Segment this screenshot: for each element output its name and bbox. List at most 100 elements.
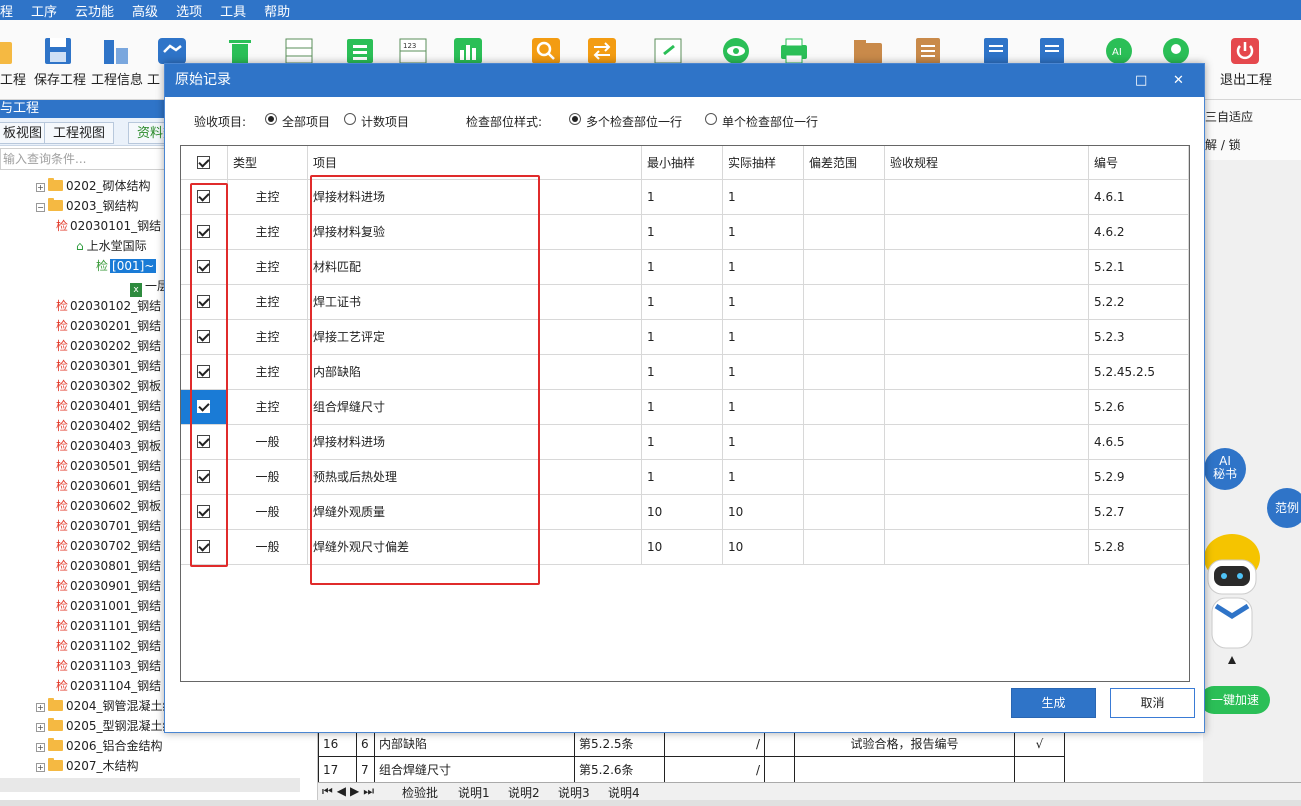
cell-deviation[interactable]	[804, 215, 885, 250]
cell-rule[interactable]	[885, 250, 1089, 285]
page-remove-icon[interactable]	[1036, 36, 1068, 66]
menu-item[interactable]: 云功能	[67, 1, 124, 20]
sheet-cell[interactable]	[794, 756, 1015, 783]
cell-checkbox[interactable]	[181, 495, 228, 530]
radio-all-items[interactable]	[265, 113, 277, 125]
cell-code[interactable]: 4.6.5	[1089, 425, 1189, 460]
project-info-icon[interactable]	[100, 36, 132, 66]
sheet-cell[interactable]: 内部缺陷	[374, 730, 575, 757]
cell-code[interactable]: 5.2.8	[1089, 530, 1189, 565]
tree-node[interactable]: ⌂ 上水堂国际	[76, 236, 147, 256]
table-row[interactable]: 主控 组合焊缝尺寸 1 1 5.2.6	[181, 390, 1189, 425]
sheet-cell[interactable]	[764, 730, 795, 757]
cell-checkbox[interactable]	[181, 390, 228, 425]
cell-item[interactable]: 焊接工艺评定	[308, 320, 642, 355]
sheet-tab-note4[interactable]: 说明4	[608, 784, 640, 801]
row-checkbox[interactable]	[197, 190, 210, 203]
table-row[interactable]: 一般 焊接材料进场 1 1 4.6.5	[181, 425, 1189, 460]
cell-min-sample[interactable]: 1	[642, 285, 723, 320]
sheet-tab-note1[interactable]: 说明1	[458, 784, 490, 801]
tree-node[interactable]: 检 02030501_钢结	[56, 456, 161, 476]
sheet-cell[interactable]: 第5.2.5条	[574, 730, 665, 757]
tree-node[interactable]: 检 02030702_钢结	[56, 536, 161, 556]
cell-deviation[interactable]	[804, 285, 885, 320]
cell-min-sample[interactable]: 1	[642, 250, 723, 285]
cell-min-sample[interactable]: 1	[642, 215, 723, 250]
cell-rule[interactable]	[885, 460, 1089, 495]
sheet-cell[interactable]: 6	[356, 730, 375, 757]
cell-checkbox[interactable]	[181, 320, 228, 355]
toolbar-label-save[interactable]: 保存工程	[34, 69, 86, 88]
cell-item[interactable]: 焊接材料进场	[308, 180, 642, 215]
cell-code[interactable]: 5.2.9	[1089, 460, 1189, 495]
header-deviation[interactable]: 偏差范围	[804, 146, 885, 180]
radio-single-part[interactable]	[705, 113, 717, 125]
cell-min-sample[interactable]: 1	[642, 460, 723, 495]
tree-node[interactable]: − 0203_钢结构	[36, 196, 139, 216]
maximize-icon[interactable]: □	[1135, 64, 1147, 97]
tree-node[interactable]: 检 02030102_钢结	[56, 296, 161, 316]
sheet-cell[interactable]: √	[1014, 730, 1065, 757]
cell-rule[interactable]	[885, 495, 1089, 530]
cell-item[interactable]: 材料匹配	[308, 250, 642, 285]
tree-node[interactable]: 检 02030901_钢结	[56, 576, 161, 596]
cell-rule[interactable]	[885, 320, 1089, 355]
cell-type[interactable]: 主控	[228, 285, 308, 320]
tree-node[interactable]: 检 02030101_钢结	[56, 216, 161, 236]
cell-item[interactable]: 预热或后热处理	[308, 460, 642, 495]
sheet-tab-inspection[interactable]: 检验批	[402, 784, 438, 801]
cell-type[interactable]: 主控	[228, 355, 308, 390]
tree-node[interactable]: 检 02030401_钢结	[56, 396, 161, 416]
tab-project-view[interactable]: 工程视图	[44, 122, 115, 144]
row-checkbox[interactable]	[197, 400, 210, 413]
expand-toggle-icon[interactable]: +	[36, 703, 45, 712]
radio-count-items-label[interactable]: 计数项目	[361, 113, 409, 130]
cell-type[interactable]: 一般	[228, 530, 308, 565]
cell-min-sample[interactable]: 10	[642, 530, 723, 565]
cell-rule[interactable]	[885, 355, 1089, 390]
cell-actual-sample[interactable]: 10	[723, 495, 804, 530]
radio-multi-part[interactable]	[569, 113, 581, 125]
tree-node[interactable]: +0206_铝合金结构	[36, 736, 163, 756]
generate-button[interactable]: 生成	[1011, 688, 1096, 718]
cell-rule[interactable]	[885, 285, 1089, 320]
cell-actual-sample[interactable]: 1	[723, 320, 804, 355]
sheet-tab-note3[interactable]: 说明3	[558, 784, 590, 801]
header-actual-sample[interactable]: 实际抽样	[723, 146, 804, 180]
auto-fit-toggle[interactable]: 三自适应	[1205, 108, 1253, 125]
cell-rule[interactable]	[885, 530, 1089, 565]
cell-checkbox[interactable]	[181, 460, 228, 495]
cell-item[interactable]: 焊接材料进场	[308, 425, 642, 460]
cell-rule[interactable]	[885, 390, 1089, 425]
tree-node[interactable]: 检 02031102_钢结	[56, 636, 161, 656]
row-checkbox[interactable]	[197, 435, 210, 448]
header-code[interactable]: 编号	[1089, 146, 1189, 180]
menu-item[interactable]: 选项	[168, 1, 212, 20]
radio-multi-part-label[interactable]: 多个检查部位一行	[586, 113, 682, 130]
attach-folder-icon[interactable]	[852, 36, 884, 66]
sheet-cell[interactable]	[1014, 756, 1065, 783]
cell-actual-sample[interactable]: 1	[723, 390, 804, 425]
cell-type[interactable]: 一般	[228, 460, 308, 495]
list-tree-icon[interactable]	[344, 36, 376, 66]
cell-min-sample[interactable]: 1	[642, 390, 723, 425]
tree-node[interactable]: +0207_木结构	[36, 756, 139, 776]
table-row[interactable]: 主控 焊接材料复验 1 1 4.6.2	[181, 215, 1189, 250]
tree-node[interactable]: 检 02031101_钢结	[56, 616, 161, 636]
radio-single-part-label[interactable]: 单个检查部位一行	[722, 113, 818, 130]
tree-node[interactable]: 检 02031001_钢结	[56, 596, 161, 616]
row-checkbox[interactable]	[197, 260, 210, 273]
toolbar-label-more[interactable]: 工	[147, 69, 160, 88]
expand-toggle-icon[interactable]: +	[36, 763, 45, 772]
cell-deviation[interactable]	[804, 530, 885, 565]
cell-deviation[interactable]	[804, 250, 885, 285]
menu-item[interactable]: 帮助	[256, 1, 300, 20]
cell-item[interactable]: 焊缝外观质量	[308, 495, 642, 530]
cell-item[interactable]: 焊缝外观尺寸偏差	[308, 530, 642, 565]
tree-node[interactable]: 检 [001]~	[96, 256, 157, 276]
tree-node[interactable]: 检 02030301_钢结	[56, 356, 161, 376]
expand-toggle-icon[interactable]: −	[36, 203, 45, 212]
cell-deviation[interactable]	[804, 320, 885, 355]
cancel-button[interactable]: 取消	[1110, 688, 1195, 718]
cell-type[interactable]: 一般	[228, 495, 308, 530]
